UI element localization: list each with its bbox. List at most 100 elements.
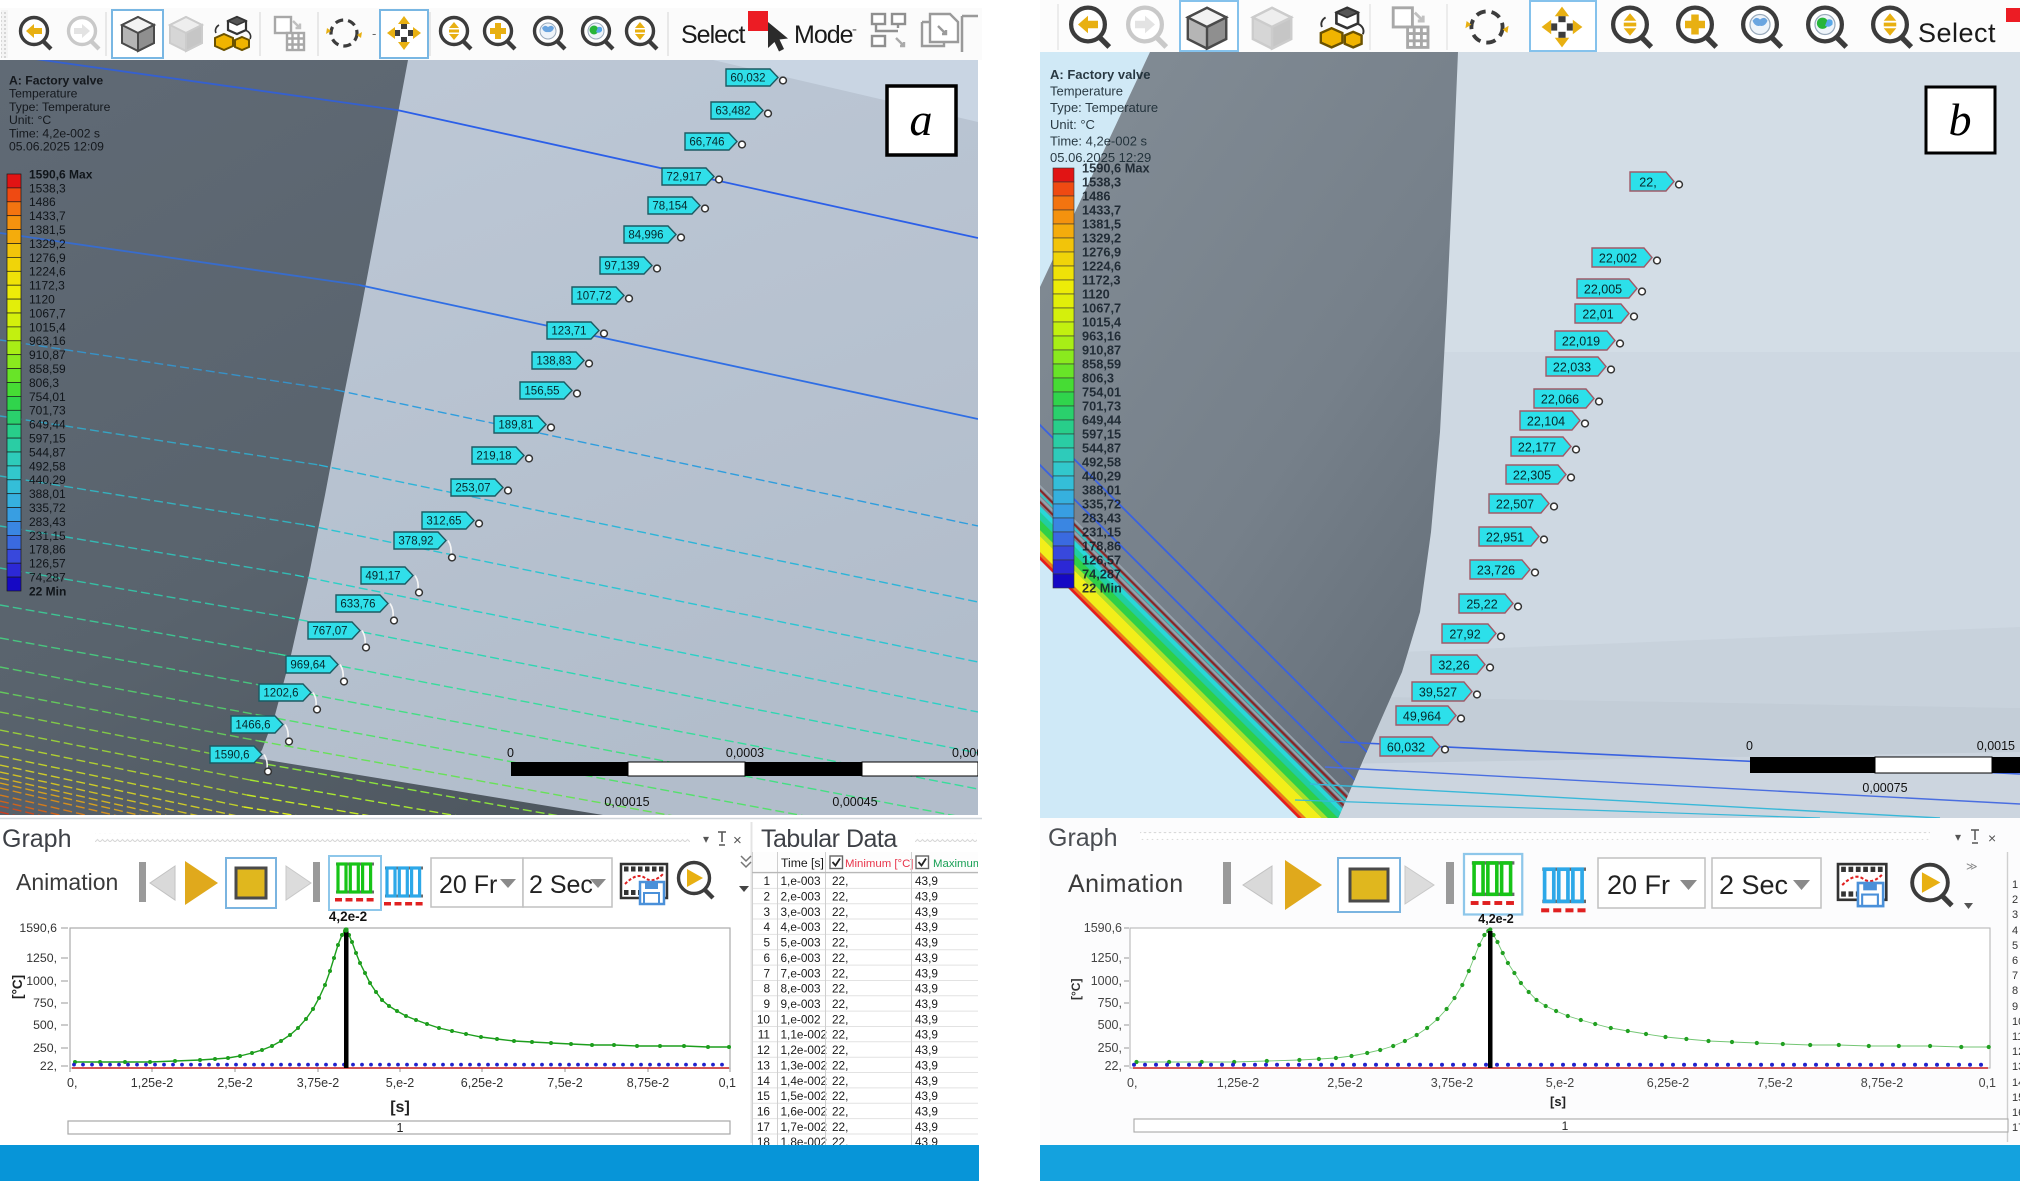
svg-text:283,43: 283,43: [1082, 511, 1121, 526]
svg-text:500,: 500,: [33, 1018, 57, 1032]
svg-text:14: 14: [2012, 1077, 2020, 1089]
svg-text:5,e-2: 5,e-2: [1546, 1076, 1575, 1090]
svg-text:633,76: 633,76: [340, 599, 375, 611]
svg-text:0,: 0,: [1127, 1076, 1137, 1090]
svg-text:43,9: 43,9: [915, 874, 938, 888]
svg-text:7,e-003: 7,e-003: [781, 966, 821, 980]
svg-text:1538,3: 1538,3: [1082, 175, 1121, 190]
svg-text:43,9: 43,9: [915, 1012, 938, 1026]
svg-text:7: 7: [2012, 970, 2018, 982]
svg-text:378,92: 378,92: [398, 536, 433, 548]
svg-text:13: 13: [757, 1058, 771, 1072]
svg-text:6,25e-2: 6,25e-2: [1647, 1076, 1689, 1090]
svg-text:1276,9: 1276,9: [1082, 245, 1121, 260]
svg-text:▾: ▾: [703, 832, 709, 846]
svg-text:10: 10: [757, 1012, 771, 1026]
svg-text:43,9: 43,9: [915, 1105, 938, 1119]
svg-text:3: 3: [2012, 909, 2018, 921]
svg-text:-: -: [852, 21, 857, 38]
svg-text:[°C]: [°C]: [1069, 979, 1083, 1000]
svg-text:43,9: 43,9: [915, 905, 938, 919]
svg-text:22 Min: 22 Min: [29, 584, 66, 598]
svg-text:×: ×: [1988, 830, 1996, 846]
svg-text:16: 16: [2012, 1107, 2020, 1119]
svg-text:1000,: 1000,: [1091, 974, 1122, 988]
svg-text:126,57: 126,57: [1082, 553, 1121, 568]
svg-text:1,25e-2: 1,25e-2: [131, 1076, 173, 1090]
svg-text:0,0006: 0,0006: [952, 746, 990, 760]
svg-text:20 Fr: 20 Fr: [439, 871, 497, 899]
svg-text:440,29: 440,29: [1082, 469, 1121, 484]
svg-text:1,6e-002: 1,6e-002: [781, 1105, 828, 1119]
svg-text:1067,7: 1067,7: [29, 306, 66, 320]
svg-text:12: 12: [757, 1043, 770, 1057]
svg-text:20 Fr: 20 Fr: [1607, 870, 1670, 900]
svg-text:701,73: 701,73: [29, 404, 66, 418]
svg-text:1329,2: 1329,2: [1082, 231, 1121, 246]
svg-text:3,75e-2: 3,75e-2: [297, 1076, 339, 1090]
svg-text:1433,7: 1433,7: [29, 209, 66, 223]
svg-text:23,726: 23,726: [1477, 564, 1515, 578]
svg-text:22,: 22,: [832, 936, 848, 950]
svg-text:22,: 22,: [832, 874, 848, 888]
svg-text:74,287: 74,287: [1082, 567, 1121, 582]
svg-text:Animation: Animation: [16, 869, 118, 895]
svg-text:0,00015: 0,00015: [604, 795, 649, 809]
svg-text:440,29: 440,29: [29, 473, 66, 487]
svg-text:84,996: 84,996: [628, 230, 663, 242]
svg-text:Minimum [°C]: Minimum [°C]: [845, 858, 913, 870]
svg-text:1250,: 1250,: [1091, 951, 1122, 965]
svg-text:43,9: 43,9: [915, 1089, 938, 1103]
svg-text:5,e-2: 5,e-2: [386, 1076, 415, 1090]
svg-text:335,72: 335,72: [1082, 497, 1121, 512]
svg-text:1224,6: 1224,6: [29, 265, 66, 279]
svg-text:2,5e-2: 2,5e-2: [1327, 1076, 1362, 1090]
svg-text:0: 0: [507, 746, 514, 760]
svg-text:Unit: °C: Unit: °C: [1050, 117, 1095, 132]
svg-text:32,26: 32,26: [1438, 659, 1469, 673]
svg-text:60,032: 60,032: [1387, 741, 1425, 755]
svg-text:43,9: 43,9: [915, 920, 938, 934]
svg-text:492,58: 492,58: [29, 459, 66, 473]
svg-text:0: 0: [1746, 739, 1753, 753]
svg-text:963,16: 963,16: [29, 334, 66, 348]
svg-text:≫: ≫: [1966, 861, 1978, 873]
svg-text:1172,3: 1172,3: [29, 279, 65, 293]
svg-text:1,3e-002: 1,3e-002: [781, 1058, 828, 1072]
svg-text:22 Min: 22 Min: [1082, 581, 1122, 596]
svg-text:1,e-003: 1,e-003: [781, 874, 821, 888]
svg-text:66,746: 66,746: [689, 137, 724, 149]
svg-text:219,18: 219,18: [476, 451, 511, 463]
svg-text:1381,5: 1381,5: [1082, 217, 1121, 232]
svg-text:649,44: 649,44: [29, 418, 66, 432]
svg-text:123,71: 123,71: [551, 326, 586, 338]
svg-text:Tabular Data: Tabular Data: [761, 825, 897, 853]
svg-text:4: 4: [763, 920, 770, 934]
svg-text:Select: Select: [1918, 18, 1996, 48]
svg-text:0,0015: 0,0015: [1977, 739, 2015, 753]
svg-text:22,: 22,: [832, 951, 848, 965]
svg-text:1466,6: 1466,6: [235, 720, 270, 732]
svg-text:910,87: 910,87: [1082, 343, 1121, 358]
svg-text:A: Factory valve: A: Factory valve: [9, 74, 103, 88]
svg-text:3: 3: [763, 905, 770, 919]
svg-text:1,4e-002: 1,4e-002: [781, 1074, 828, 1088]
svg-text:2 Sec: 2 Sec: [529, 871, 593, 899]
svg-text:1172,3: 1172,3: [1082, 273, 1120, 288]
svg-text:8: 8: [2012, 985, 2018, 997]
svg-text:Type: Temperature: Type: Temperature: [9, 100, 111, 114]
svg-text:Animation: Animation: [1068, 870, 1184, 898]
svg-text:0,00045: 0,00045: [832, 795, 877, 809]
svg-text:1486: 1486: [29, 195, 56, 209]
svg-text:806,3: 806,3: [1082, 371, 1114, 386]
svg-text:17: 17: [757, 1120, 770, 1134]
svg-text:22,: 22,: [832, 1012, 848, 1026]
svg-text:231,15: 231,15: [29, 529, 66, 543]
svg-text:3,e-003: 3,e-003: [781, 905, 821, 919]
svg-text:253,07: 253,07: [455, 483, 490, 495]
svg-text:969,64: 969,64: [290, 660, 326, 672]
svg-text:491,17: 491,17: [365, 571, 400, 583]
svg-text:13: 13: [2012, 1061, 2020, 1073]
svg-text:Graph: Graph: [1048, 824, 1117, 852]
svg-text:1,2e-002: 1,2e-002: [781, 1043, 828, 1057]
